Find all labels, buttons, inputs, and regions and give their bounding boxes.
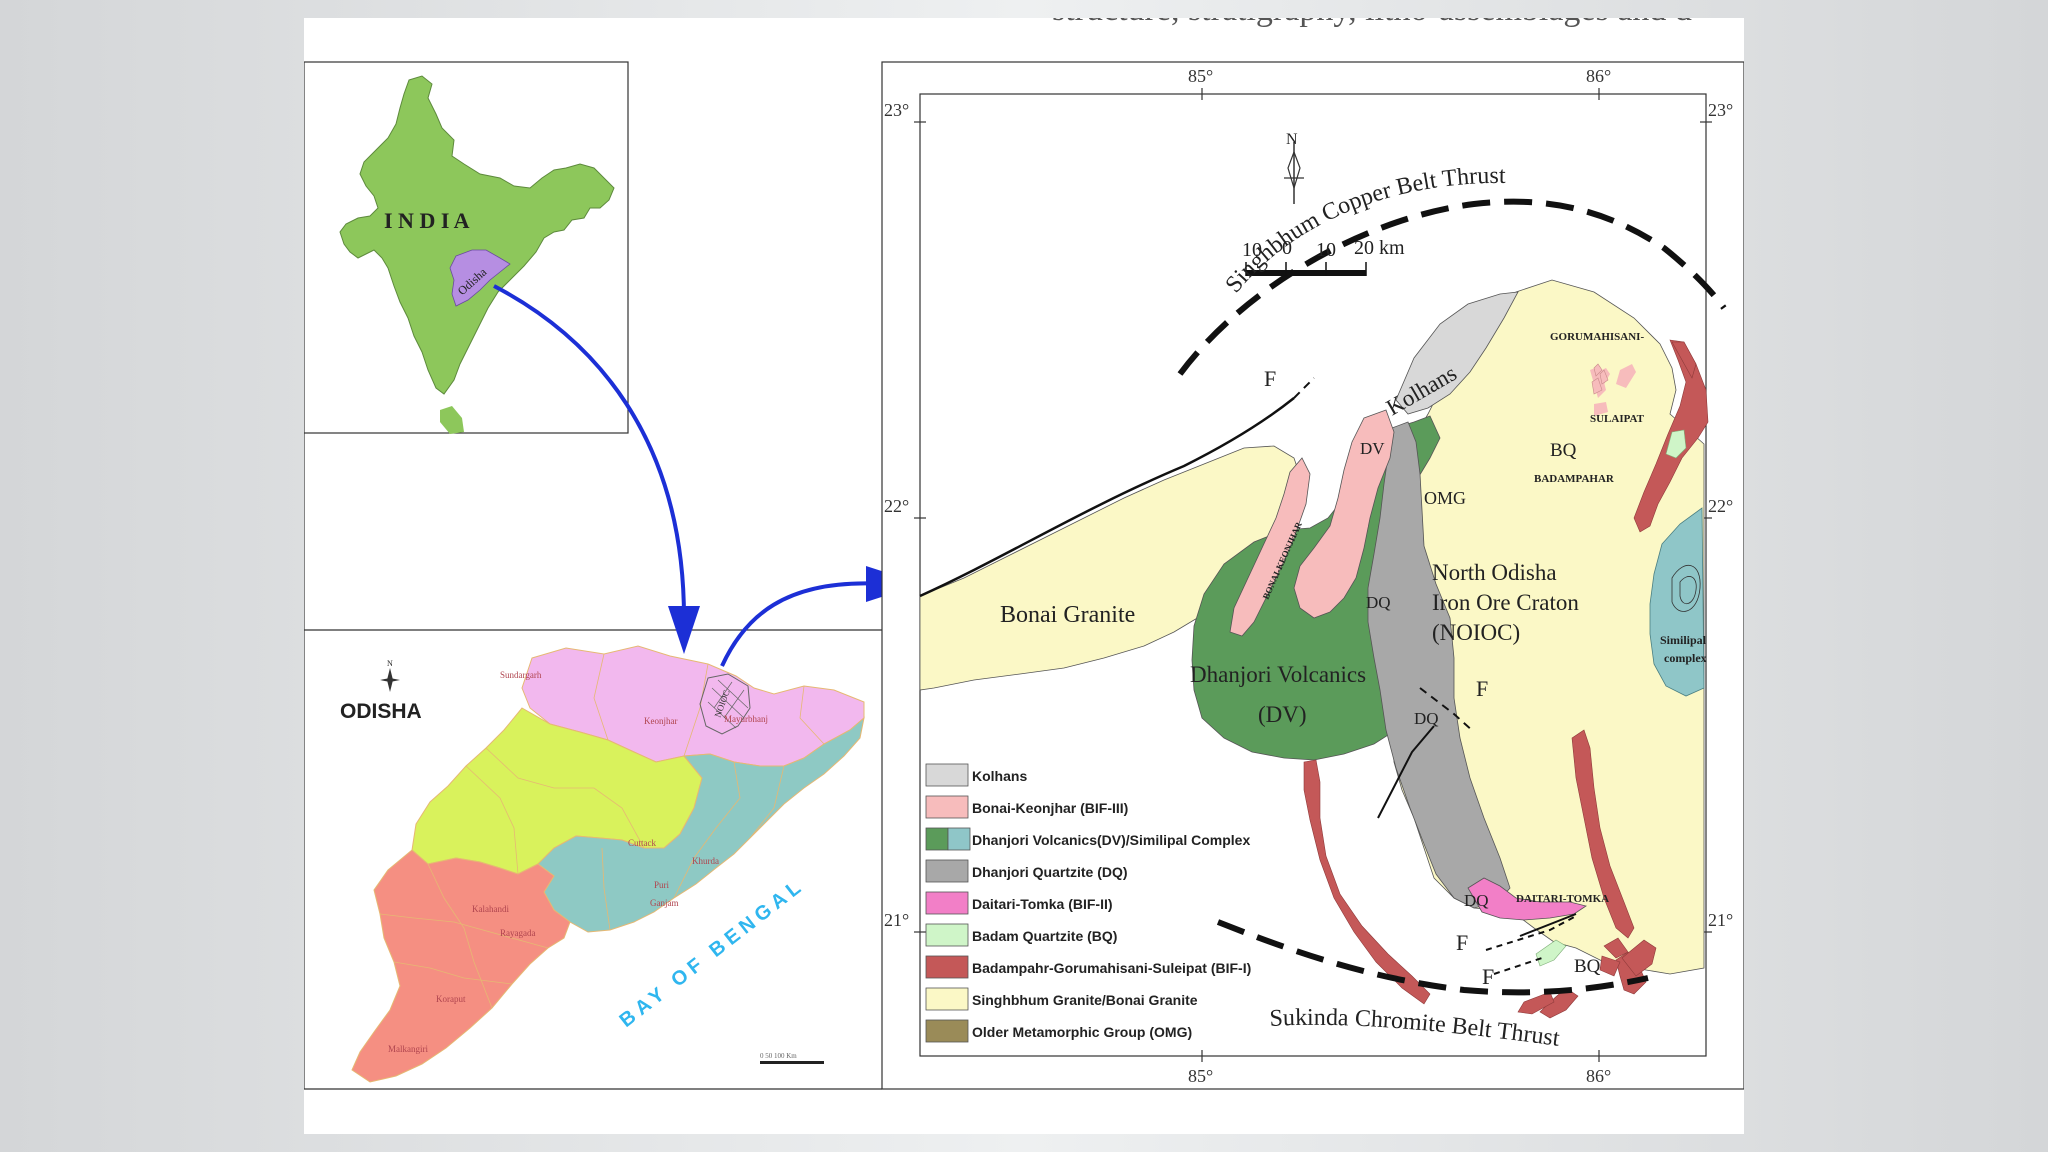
legend-label: Badam Quartzite (BQ)	[972, 928, 1117, 944]
district-label: Kalahandi	[472, 904, 509, 914]
legend-label: Older Metamorphic Group (OMG)	[972, 1024, 1192, 1040]
district-label: Koraput	[436, 994, 466, 1004]
legend-swatch	[925, 891, 969, 915]
district-label: Ganjam	[650, 898, 679, 908]
district-label: Malkangiri	[388, 1044, 428, 1054]
label-bq-south: BQ	[1574, 956, 1601, 977]
lat-label-23-left: 23°	[884, 100, 909, 120]
label-dq-3: DQ	[1464, 891, 1489, 910]
legend-swatch	[925, 923, 969, 947]
odisha-scale-label: 0 50 100 Km	[760, 1052, 797, 1060]
legend-item: Dhanjori Quartzite (DQ)	[925, 859, 1128, 883]
legend-swatch	[925, 955, 969, 979]
lon-label-86-top: 86°	[1586, 66, 1611, 86]
label-noioc-3: (NOIOC)	[1432, 620, 1520, 645]
odisha-south-region	[351, 849, 571, 1083]
fault-label-low-1: F	[1456, 930, 1468, 955]
district-label: Mayurbhanj	[724, 714, 768, 724]
cropped-header-text: structure, stratigraphy, litho-assemblag…	[1052, 18, 1692, 28]
label-similipal-1: Similipal	[1660, 633, 1707, 647]
odisha-scale-bar: 0 50 100 Km	[760, 1052, 824, 1064]
odisha-panel: SundargarhMayurbhanjKeonjharNOIOCCuttack…	[304, 433, 882, 1090]
label-dhanjori-1: Dhanjori Volcanics	[1190, 662, 1366, 687]
label-gorumahisani: GORUMAHISANI-	[1550, 331, 1644, 343]
odisha-north-label: N	[387, 659, 393, 668]
district-label: Sundargarh	[500, 670, 542, 680]
legend-swatch	[925, 795, 969, 819]
legend-item: Singhbhum Granite/Bonai Granite	[925, 987, 1198, 1011]
legend-item: Kolhans	[925, 763, 1027, 787]
legend-swatch	[925, 827, 949, 851]
geo-north-label: N	[1286, 131, 1298, 148]
india-label: I N D I A	[384, 208, 470, 233]
lon-label-85-top: 85°	[1188, 66, 1213, 86]
fault-label-top: F	[1264, 366, 1276, 391]
label-daitari-tomka: DAITARI-TOMKA	[1516, 893, 1609, 905]
label-sulaipat: SULAIPAT	[1590, 413, 1645, 425]
label-similipal-2: complex	[1664, 651, 1707, 665]
lat-label-22-left: 22°	[884, 496, 909, 516]
legend-label: Kolhans	[972, 768, 1027, 784]
lat-label-22-right: 22°	[1708, 496, 1733, 516]
label-omg: OMG	[1424, 488, 1466, 508]
label-bq-north: BQ	[1550, 440, 1577, 461]
legend-swatch	[925, 1019, 969, 1043]
lat-label-23-right: 23°	[1708, 100, 1733, 120]
legend-swatch	[925, 987, 969, 1011]
lat-label-21-right: 21°	[1708, 910, 1733, 930]
odisha-north-arrow-icon: N	[380, 659, 400, 692]
label-dhanjori-2: (DV)	[1258, 702, 1307, 727]
legend-item: Older Metamorphic Group (OMG)	[925, 1019, 1192, 1043]
legend-item: Dhanjori Volcanics(DV)/Similipal Complex	[925, 827, 1250, 851]
legend-item: Badampahr-Gorumahisani-Suleipat (BIF-I)	[925, 955, 1251, 979]
legend-label: Dhanjori Volcanics(DV)/Similipal Complex	[972, 832, 1250, 848]
label-noioc-1: North Odisha	[1432, 560, 1557, 585]
legend-swatch	[947, 827, 971, 851]
legend-label: Singhbhum Granite/Bonai Granite	[972, 992, 1198, 1008]
label-dq-1: DQ	[1366, 593, 1391, 612]
lat-label-21-left: 21°	[884, 910, 909, 930]
legend-label: Badampahr-Gorumahisani-Suleipat (BIF-I)	[972, 960, 1251, 976]
scale-label-20km: 20 km	[1354, 237, 1405, 259]
lon-label-85-bottom: 85°	[1188, 1066, 1213, 1086]
district-label: Rayagada	[500, 928, 535, 938]
legend-swatch	[925, 859, 969, 883]
district-label: Keonjhar	[644, 716, 678, 726]
district-label: Cuttack	[628, 838, 656, 848]
geological-map-panel: 85° 86° 85° 86° 23° 23° 22° 22° 21° 21°	[881, 61, 1744, 1090]
legend-swatch	[925, 763, 969, 787]
odisha-title: ODISHA	[340, 700, 422, 723]
figure-canvas: structure, stratigraphy, litho-assemblag…	[304, 18, 1744, 1090]
india-inset-panel: I N D I A Odisha	[304, 61, 629, 434]
label-dv: DV	[1360, 439, 1385, 458]
legend-label: Dhanjori Quartzite (DQ)	[972, 864, 1128, 880]
legend-label: Daitari-Tomka (BIF-II)	[972, 896, 1113, 912]
label-bonai-granite: Bonai Granite	[1000, 602, 1135, 628]
district-label: Khurda	[692, 856, 719, 866]
legend-label: Bonai-Keonjhar (BIF-III)	[972, 800, 1128, 816]
label-badampahar: BADAMPAHAR	[1534, 473, 1615, 485]
scale-label-10b: 10	[1316, 239, 1336, 261]
legend-item: Daitari-Tomka (BIF-II)	[925, 891, 1113, 915]
label-noioc-2: Iron Ore Craton	[1432, 590, 1579, 615]
lon-label-86-bottom: 86°	[1586, 1066, 1611, 1086]
label-dq-2: DQ	[1414, 709, 1439, 728]
district-label: Puri	[654, 880, 670, 890]
legend-item: Bonai-Keonjhar (BIF-III)	[925, 795, 1128, 819]
slide: structure, stratigraphy, litho-assemblag…	[304, 18, 1744, 1134]
odisha-to-map-arrow	[720, 581, 885, 667]
legend-item: Badam Quartzite (BQ)	[925, 923, 1117, 947]
fault-label-mid: F	[1476, 676, 1488, 701]
fault-label-low-2: F	[1482, 964, 1494, 989]
